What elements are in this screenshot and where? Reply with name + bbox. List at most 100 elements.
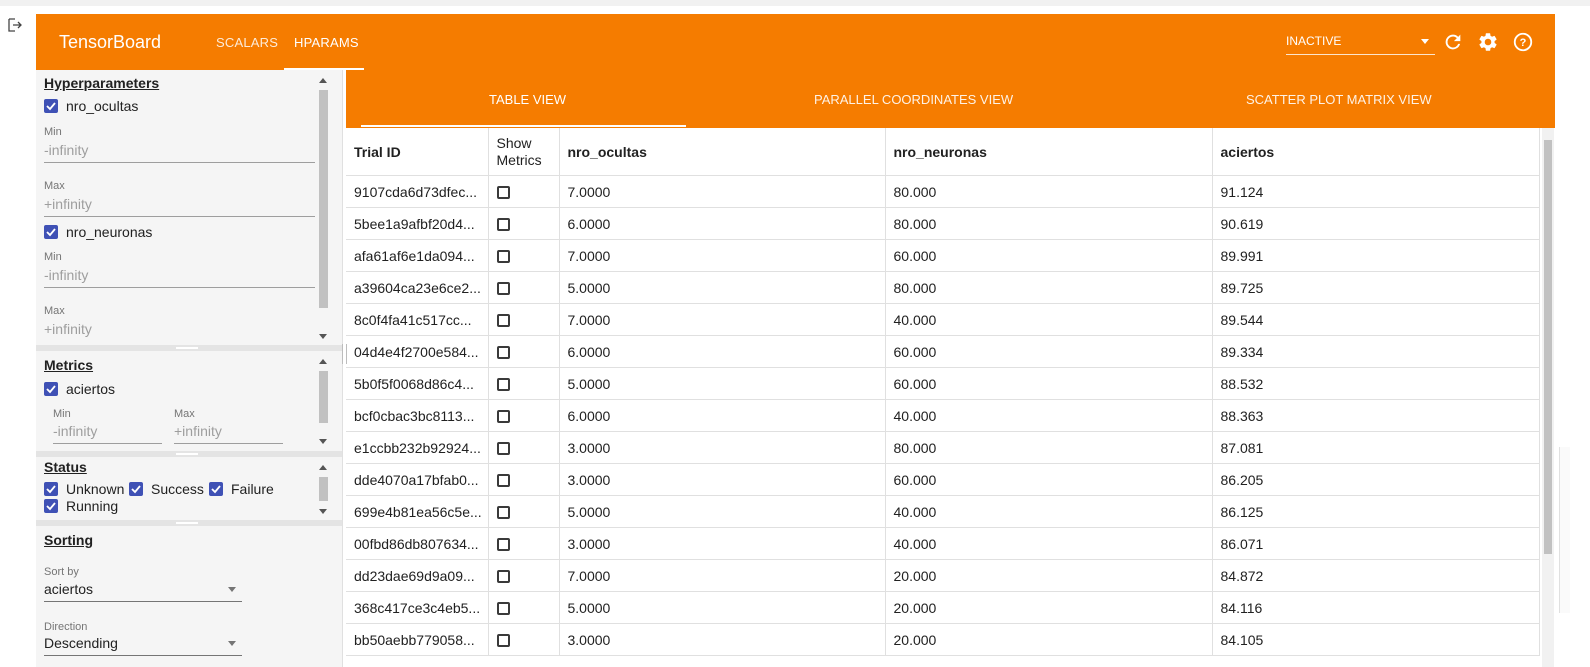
show-metrics-checkbox[interactable] <box>496 282 510 296</box>
show-metrics-checkbox[interactable] <box>496 346 510 360</box>
refresh-icon[interactable] <box>1442 31 1464 53</box>
app-header: TensorBoard SCALARS HPARAMS INACTIVE ? <box>36 14 1555 70</box>
show-metrics-checkbox[interactable] <box>496 634 510 648</box>
nro-ocultas-cell: 3.0000 <box>559 623 886 656</box>
show-metrics-checkbox[interactable] <box>496 474 510 488</box>
inactive-plugins-dropdown[interactable]: INACTIVE <box>1286 26 1435 55</box>
table-row[interactable]: bcf0cbac3bc8113... 6.0000 40.000 88.363 <box>346 399 1540 432</box>
metric-checkbox-aciertos[interactable]: aciertos <box>44 381 115 397</box>
gear-icon[interactable] <box>1477 31 1499 53</box>
table-row[interactable]: e1ccbb232b92924... 3.0000 80.000 87.081 <box>346 431 1540 464</box>
scroll-down-icon[interactable] <box>319 509 327 514</box>
table-row[interactable]: 5b0f5f0068d86c4... 5.0000 60.000 88.532 <box>346 367 1540 400</box>
scrollbar-thumb[interactable] <box>319 90 328 308</box>
direction-select[interactable]: Descending <box>44 635 242 656</box>
min-label: Min <box>44 251 62 263</box>
show-metrics-checkbox[interactable] <box>496 602 510 616</box>
status-scrollbar[interactable] <box>318 465 328 515</box>
nro-neuronas-cell: 40.000 <box>885 399 1213 432</box>
tab-hparams[interactable]: HPARAMS <box>294 35 359 50</box>
show-metrics-checkbox[interactable] <box>496 570 510 584</box>
scroll-down-icon[interactable] <box>319 334 327 339</box>
show-metrics-checkbox[interactable] <box>496 442 510 456</box>
sort-by-select[interactable]: aciertos <box>44 581 242 602</box>
table-row[interactable]: 04d4e4f2700e584... 6.0000 60.000 89.334 <box>346 335 1540 368</box>
nro-neuronas-cell: 20.000 <box>885 559 1213 592</box>
aciertos-cell: 89.544 <box>1212 303 1540 336</box>
scroll-down-icon[interactable] <box>319 439 327 444</box>
table-row[interactable]: 699e4b81ea56c5e... 5.0000 40.000 86.125 <box>346 495 1540 528</box>
table-row[interactable]: 368c417ce3c4eb5... 5.0000 20.000 84.116 <box>346 591 1540 624</box>
hyperparameters-scrollbar[interactable] <box>318 78 328 340</box>
aciertos-cell: 88.363 <box>1212 399 1540 432</box>
scrollbar-thumb[interactable] <box>319 371 328 423</box>
aciertos-min-input[interactable]: -infinity <box>53 423 162 444</box>
show-metrics-checkbox[interactable] <box>496 410 510 424</box>
table-row[interactable]: dde4070a17bfab0... 3.0000 60.000 86.205 <box>346 463 1540 496</box>
page-scrollbar[interactable] <box>1559 447 1570 613</box>
scroll-up-icon[interactable] <box>319 359 327 364</box>
nro-neuronas-min-input[interactable]: -infinity <box>44 267 315 288</box>
aciertos-max-input[interactable]: +infinity <box>174 423 283 444</box>
status-checkbox-failure[interactable]: Failure <box>209 481 274 497</box>
nro-neuronas-cell: 40.000 <box>885 303 1213 336</box>
column-header-show-metrics[interactable]: Show Metrics <box>488 128 560 176</box>
table-row[interactable]: 8c0f4fa41c517cc... 7.0000 40.000 89.544 <box>346 303 1540 336</box>
tab-scalars[interactable]: SCALARS <box>216 35 278 50</box>
trial-id-cell: 5bee1a9afbf20d4... <box>346 207 489 240</box>
nro-ocultas-max-input[interactable]: +infinity <box>44 196 315 217</box>
exit-icon[interactable] <box>6 16 24 34</box>
scroll-up-icon[interactable] <box>319 465 327 470</box>
show-metrics-checkbox[interactable] <box>496 378 510 392</box>
status-checkbox-success[interactable]: Success <box>129 481 204 497</box>
show-metrics-cell <box>488 399 560 432</box>
table-row[interactable]: bb50aebb779058... 3.0000 20.000 84.105 <box>346 623 1540 656</box>
help-icon[interactable]: ? <box>1512 31 1534 53</box>
show-metrics-checkbox[interactable] <box>496 218 510 232</box>
table-scrollbar[interactable] <box>1542 128 1554 667</box>
nro-neuronas-cell: 80.000 <box>885 207 1213 240</box>
trial-id-cell: bcf0cbac3bc8113... <box>346 399 489 432</box>
hparam-name: nro_neuronas <box>66 224 153 240</box>
scroll-up-icon[interactable] <box>319 78 327 83</box>
tab-parallel-coordinates-view[interactable]: PARALLEL COORDINATES VIEW <box>814 92 1013 107</box>
status-checkbox-unknown[interactable]: Unknown <box>44 481 124 497</box>
tab-table-view[interactable]: TABLE VIEW <box>489 92 566 107</box>
show-metrics-checkbox[interactable] <box>496 186 510 200</box>
scrollbar-thumb[interactable] <box>319 477 328 501</box>
tab-scatter-plot-matrix-view[interactable]: SCATTER PLOT MATRIX VIEW <box>1246 92 1432 107</box>
active-view-indicator <box>361 125 686 127</box>
scrollbar-thumb[interactable] <box>1544 140 1552 554</box>
trial-id-cell: 8c0f4fa41c517cc... <box>346 303 489 336</box>
max-label: Max <box>174 408 195 420</box>
show-metrics-cell <box>488 175 560 208</box>
sorting-section: Sorting Sort by aciertos Direction Desce… <box>36 526 342 667</box>
show-metrics-checkbox[interactable] <box>496 506 510 520</box>
view-tabs-bar: TABLE VIEW PARALLEL COORDINATES VIEW SCA… <box>346 70 1555 128</box>
column-header-trial-id[interactable]: Trial ID <box>346 128 489 176</box>
table-row[interactable]: 9107cda6d73dfec... 7.0000 80.000 91.124 <box>346 175 1540 208</box>
hparam-checkbox-nro-ocultas[interactable]: nro_ocultas <box>44 98 138 114</box>
table-row[interactable]: afa61af6e1da094... 7.0000 60.000 89.991 <box>346 239 1540 272</box>
hparam-checkbox-nro-neuronas[interactable]: nro_neuronas <box>44 224 152 240</box>
aciertos-cell: 90.619 <box>1212 207 1540 240</box>
nro-ocultas-cell: 3.0000 <box>559 463 886 496</box>
metrics-scrollbar[interactable] <box>318 359 328 445</box>
table-row[interactable]: 5bee1a9afbf20d4... 6.0000 80.000 90.619 <box>346 207 1540 240</box>
trials-table: Trial ID Show Metrics nro_ocultas nro_ne… <box>346 128 1540 656</box>
nro-neuronas-cell: 40.000 <box>885 527 1213 560</box>
column-header-nro-ocultas[interactable]: nro_ocultas <box>559 128 886 176</box>
nro-ocultas-cell: 6.0000 <box>559 335 886 368</box>
status-checkbox-running[interactable]: Running <box>44 498 118 514</box>
table-row[interactable]: 00fbd86db807634... 3.0000 40.000 86.071 <box>346 527 1540 560</box>
nro-ocultas-min-input[interactable]: -infinity <box>44 142 315 163</box>
trial-id-cell: 699e4b81ea56c5e... <box>346 495 489 528</box>
table-row[interactable]: a39604ca23e6ce2... 5.0000 80.000 89.725 <box>346 271 1540 304</box>
show-metrics-checkbox[interactable] <box>496 314 510 328</box>
table-row[interactable]: dd23dae69d9a09... 7.0000 20.000 84.872 <box>346 559 1540 592</box>
column-header-nro-neuronas[interactable]: nro_neuronas <box>885 128 1213 176</box>
show-metrics-checkbox[interactable] <box>496 538 510 552</box>
show-metrics-checkbox[interactable] <box>496 250 510 264</box>
column-header-aciertos[interactable]: aciertos <box>1212 128 1540 176</box>
nro-neuronas-max-input[interactable]: +infinity <box>44 321 315 341</box>
